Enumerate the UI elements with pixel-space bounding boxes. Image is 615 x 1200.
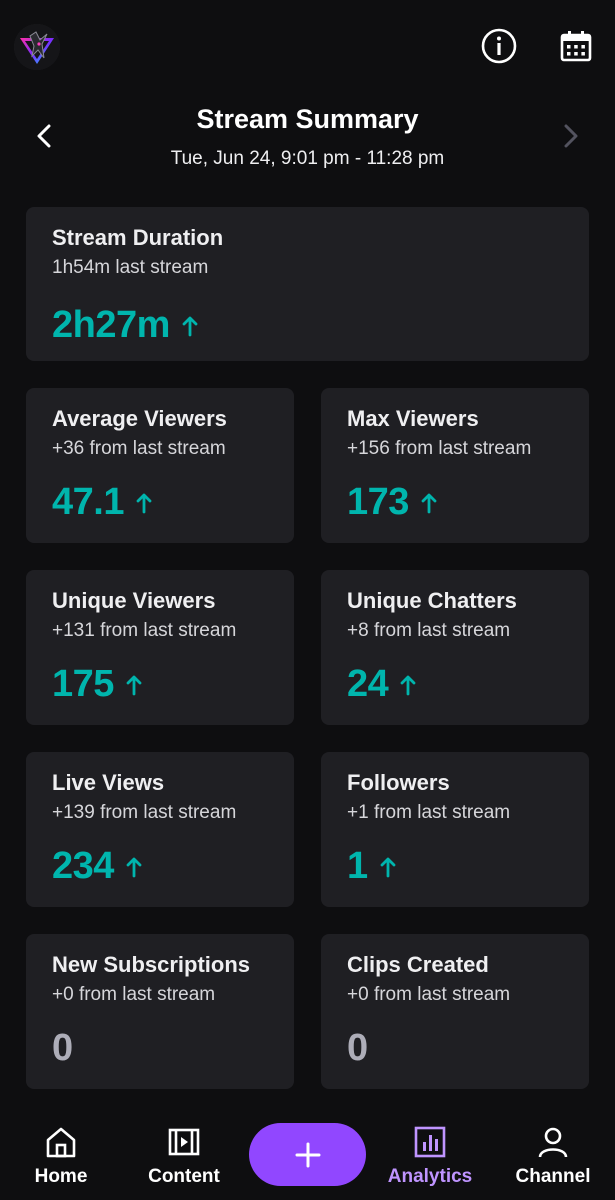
user-icon: [535, 1124, 571, 1160]
stat-value: 2h27m: [52, 304, 170, 346]
stat-card-unique-viewers: Unique Viewers +131 from last stream 175: [26, 570, 294, 725]
stat-label: Clips Created: [347, 952, 489, 977]
stat-card-followers: Followers +1 from last stream 1: [321, 752, 589, 907]
stat-comparison: +1 from last stream: [347, 802, 511, 823]
tab-home[interactable]: Home: [6, 1124, 116, 1188]
stat-value: 0: [347, 1027, 368, 1069]
stat-comparison: 1h54m last stream: [52, 257, 209, 278]
home-icon: [43, 1124, 79, 1160]
tab-label: Analytics: [387, 1166, 473, 1187]
stat-label: Unique Chatters: [347, 588, 517, 613]
stat-value: 175: [52, 663, 114, 705]
stat-card-new-subscriptions: New Subscriptions +0 from last stream 0: [26, 934, 294, 1089]
stat-card-average-viewers: Average Viewers +36 from last stream 47.…: [26, 388, 294, 543]
tab-label: Channel: [515, 1166, 591, 1187]
stat-value: 47.1: [52, 481, 124, 523]
stat-comparison: +156 from last stream: [347, 438, 532, 459]
stat-label: Unique Viewers: [52, 588, 216, 613]
stat-card-clips-created: Clips Created +0 from last stream 0: [321, 934, 589, 1089]
page-title: Stream Summary: [196, 104, 419, 134]
tab-label: Home: [34, 1166, 88, 1187]
stat-label: Followers: [347, 770, 450, 795]
arrow-up-icon: [380, 857, 396, 877]
stat-label: New Subscriptions: [52, 952, 251, 977]
stat-card-max-viewers: Max Viewers +156 from last stream 173: [321, 388, 589, 543]
stat-value: 173: [347, 481, 409, 523]
info-circle-icon[interactable]: [479, 26, 519, 66]
summary-header: Stream Summary Tue, Jun 24, 9:01 pm - 11…: [0, 100, 615, 190]
stat-label: Average Viewers: [52, 406, 227, 431]
stat-comparison: +139 from last stream: [52, 802, 237, 823]
date-range: Tue, Jun 24, 9:01 pm - 11:28 pm: [170, 148, 445, 169]
stat-card-unique-chatters: Unique Chatters +8 from last stream 24: [321, 570, 589, 725]
stat-value: 0: [52, 1027, 73, 1069]
arrow-up-icon: [182, 316, 198, 336]
stat-card-stream-duration: Stream Duration 1h54m last stream 2h27m: [26, 207, 589, 361]
stat-card-live-views: Live Views +139 from last stream 234: [26, 752, 294, 907]
stat-comparison: +131 from last stream: [52, 620, 237, 641]
arrow-up-icon: [136, 493, 152, 513]
arrow-up-icon: [421, 493, 437, 513]
bottom-nav: Home Content Analytics Channel: [0, 1110, 615, 1200]
stat-label: Live Views: [52, 770, 165, 795]
calendar-icon[interactable]: [556, 26, 596, 66]
tab-label: Content: [148, 1166, 220, 1187]
video-content-icon: [166, 1124, 202, 1160]
stat-comparison: +8 from last stream: [347, 620, 511, 641]
top-bar: [0, 0, 615, 95]
arrow-up-icon: [126, 857, 142, 877]
bar-chart-icon: [412, 1124, 448, 1160]
stat-comparison: +0 from last stream: [52, 984, 216, 1005]
stat-value: 234: [52, 845, 114, 887]
chevron-right-icon[interactable]: [553, 118, 589, 154]
tab-content[interactable]: Content: [129, 1124, 239, 1188]
plus-icon: [295, 1142, 320, 1167]
profile-avatar[interactable]: [14, 24, 60, 70]
tab-channel[interactable]: Channel: [498, 1124, 608, 1188]
stat-value: 24: [347, 663, 389, 705]
create-button[interactable]: [249, 1123, 366, 1186]
stat-comparison: +0 from last stream: [347, 984, 511, 1005]
arrow-up-icon: [400, 675, 416, 695]
stat-comparison: +36 from last stream: [52, 438, 226, 459]
stat-value: 1: [347, 845, 368, 887]
stat-label: Stream Duration: [52, 225, 224, 250]
stat-label: Max Viewers: [347, 406, 479, 431]
arrow-up-icon: [126, 675, 142, 695]
tab-analytics[interactable]: Analytics: [375, 1124, 485, 1188]
